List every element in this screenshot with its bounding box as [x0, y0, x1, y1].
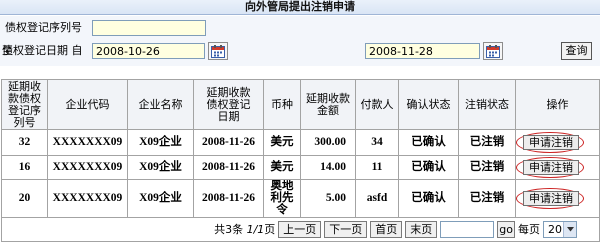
cell-serial: 16: [1, 155, 48, 180]
total-count: 共3条: [214, 223, 244, 236]
cell-currency: 美元: [263, 155, 301, 180]
date-from-picker-button[interactable]: [208, 42, 228, 60]
cell-operation: 申请注销: [515, 155, 600, 180]
per-page-label: 每页: [518, 223, 540, 236]
cell-cancel-status: 已注销: [458, 129, 516, 156]
cell-company-code: XXXXXXX09: [47, 179, 128, 218]
last-page-button[interactable]: 末页: [405, 221, 438, 238]
header-amount-text: 延期收款金额: [306, 91, 350, 117]
cell-register-date: 2008-11-26: [193, 129, 264, 156]
prev-page-button[interactable]: 上一页: [278, 221, 322, 238]
apply-cancel-button[interactable]: 申请注销: [523, 160, 579, 175]
operation-wrap: 申请注销: [516, 188, 587, 209]
header-serial-text: 延期收款债权登记序列号: [8, 79, 41, 129]
results-table: 延期收款债权登记序列号 企业代码 企业名称 延期收款债权登记日期 币种 延期收款…: [1, 79, 600, 242]
pagination-bar: 共3条 1/1页 上一页 下一页 首页 末页 go 每页 20: [3, 221, 577, 238]
table-row: 32 XXXXXXX09 X09企业 2008-11-26 美元 300.00 …: [1, 129, 600, 156]
serial-input[interactable]: [92, 20, 206, 36]
header-amount: 延期收款金额: [300, 79, 356, 130]
search-form: 债权登记序列号 债权登记日期 自 至: [0, 16, 600, 66]
header-operation: 操作: [515, 79, 600, 130]
cell-confirm-status: 已确认: [398, 155, 459, 180]
apply-cancel-button[interactable]: 申请注销: [523, 135, 579, 150]
header-register-date-text: 延期收款债权登记日期: [206, 85, 251, 123]
header-confirm-status: 确认状态: [398, 79, 459, 130]
cell-currency: 美元: [263, 129, 301, 156]
pagination-cell: 共3条 1/1页 上一页 下一页 首页 末页 go 每页 20: [1, 217, 600, 242]
next-page-button[interactable]: 下一页: [324, 221, 368, 238]
calendar-icon: [486, 44, 500, 58]
cell-company-code: XXXXXXX09: [47, 129, 128, 156]
table-header-row: 延期收款债权登记序列号 企业代码 企业名称 延期收款债权登记日期 币种 延期收款…: [1, 79, 600, 130]
cell-amount: 300.00: [300, 129, 356, 156]
cell-register-date: 2008-11-26: [193, 155, 264, 180]
cell-amount: 14.00: [300, 155, 356, 180]
per-page-select[interactable]: 20: [543, 221, 577, 238]
date-range-row: 债权登记日期 自 至: [0, 40, 600, 62]
cell-operation: 申请注销: [515, 129, 600, 156]
goto-page-input[interactable]: [440, 221, 495, 238]
operation-wrap: 申请注销: [516, 157, 587, 178]
apply-cancel-button[interactable]: 申请注销: [523, 191, 579, 206]
date-from-input[interactable]: [92, 43, 205, 59]
cell-register-date: 2008-11-26: [193, 179, 264, 218]
operation-wrap: 申请注销: [516, 132, 587, 153]
header-serial: 延期收款债权登记序列号: [1, 79, 48, 130]
table-row: 16 XXXXXXX09 X09企业 2008-11-26 美元 14.00 1…: [1, 155, 600, 180]
cell-company-name: X09企业: [127, 129, 194, 156]
cell-payer: 11: [355, 155, 399, 180]
currency-text: 美元: [270, 161, 294, 173]
currency-text: 奥地利先令: [270, 180, 294, 217]
first-page-button[interactable]: 首页: [370, 221, 403, 238]
cell-confirm-status: 已确认: [398, 179, 459, 218]
cell-currency: 奥地利先令: [263, 179, 301, 218]
cell-company-code: XXXXXXX09: [47, 155, 128, 180]
calendar-icon: [211, 44, 225, 58]
page-title: 向外管局提出注销申请: [0, 0, 600, 15]
to-label: 至: [2, 44, 13, 57]
query-button[interactable]: 查询: [561, 42, 592, 60]
serial-row: 债权登记序列号: [0, 17, 600, 39]
page-unit: 页: [264, 223, 276, 236]
cell-serial: 32: [1, 129, 48, 156]
cell-cancel-status: 已注销: [458, 155, 516, 180]
pagination-row: 共3条 1/1页 上一页 下一页 首页 末页 go 每页 20: [1, 217, 600, 242]
header-cancel-status: 注销状态: [458, 79, 516, 130]
header-payer: 付款人: [355, 79, 399, 130]
cell-company-name: X09企业: [127, 155, 194, 180]
per-page-value: 20: [548, 223, 562, 236]
cell-cancel-status: 已注销: [458, 179, 516, 218]
header-register-date: 延期收款债权登记日期: [193, 79, 264, 130]
pagination-summary: 共3条 1/1页: [214, 223, 275, 236]
serial-label: 债权登记序列号: [5, 21, 82, 34]
page-number: 1/1: [246, 223, 265, 236]
cell-serial: 20: [1, 179, 48, 218]
table-row: 20 XXXXXXX09 X09企业 2008-11-26 奥地利先令 5.00…: [1, 179, 600, 218]
header-company-code: 企业代码: [47, 79, 128, 130]
cell-confirm-status: 已确认: [398, 129, 459, 156]
cell-company-name: X09企业: [127, 179, 194, 218]
date-range-label: 债权登记日期 自: [2, 44, 83, 57]
header-company-name: 企业名称: [127, 79, 194, 130]
date-to-picker-button[interactable]: [483, 42, 503, 60]
cell-payer: asfd: [355, 179, 399, 218]
cell-amount: 5.00: [300, 179, 356, 218]
cell-operation: 申请注销: [515, 179, 600, 218]
cell-payer: 34: [355, 129, 399, 156]
currency-text: 美元: [270, 136, 294, 148]
date-to-input[interactable]: [365, 43, 480, 59]
go-button[interactable]: go: [497, 221, 515, 238]
header-currency: 币种: [263, 79, 301, 130]
chevron-down-icon: [563, 222, 576, 237]
